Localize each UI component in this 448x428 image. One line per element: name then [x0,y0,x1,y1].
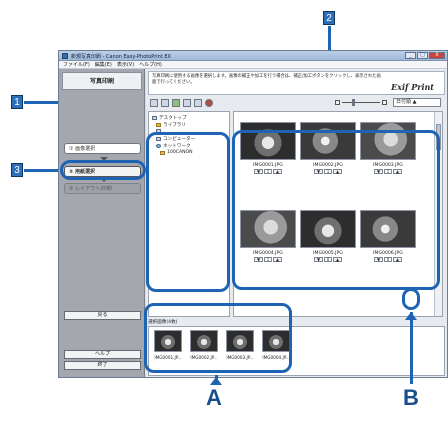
zoom-track[interactable] [342,99,380,106]
sort-dropdown[interactable]: 日付順 ▲ [393,98,441,107]
desktop-icon [152,116,157,120]
zoom-out-icon[interactable] [335,100,340,105]
minimize-button[interactable]: _ [405,52,416,59]
title-bar: 新規写真印刷 - Canon Easy-PhotoPrint EX _ □ X [59,51,447,61]
callout-frame-1 [146,132,230,292]
callout-badge-3: 3 [11,163,23,177]
library-icon [156,123,161,127]
callout-arrow-b [405,312,417,320]
callout-letter-a: A [206,385,222,410]
callout-arrow-a [210,377,222,385]
view-grid-icon[interactable] [161,99,169,107]
tree-item-library[interactable]: ライブラリ [156,122,186,128]
callout-line-b [410,312,413,384]
exif-print-logo: Exif Print [391,82,434,92]
step-image-select[interactable]: ① 画像選択 [64,143,141,154]
maximize-button[interactable]: □ [417,52,428,59]
correct-icon[interactable] [194,99,202,107]
tree-label: ライブラリ [163,123,186,128]
edit-icon[interactable] [172,99,180,107]
panel-title: 写真印刷 [62,72,142,90]
help-button[interactable]: ヘルプ [64,350,141,359]
menu-file[interactable]: ファイル(F) [63,61,90,68]
exit-button[interactable]: 終了 [64,361,141,370]
close-button[interactable]: X [429,52,445,59]
view-list-icon[interactable] [150,99,158,107]
zoom-slider[interactable] [335,99,387,106]
instruction-box: 写真印刷に使用する画像を選択します。画像の補正や加工を行う場合は、補正/加工ボタ… [148,71,445,95]
window-title: 新規写真印刷 - Canon Easy-PhotoPrint EX [71,54,171,60]
callout-frame-3 [60,160,146,180]
zoom-thumb[interactable] [352,99,355,106]
red-eye-icon[interactable] [205,99,213,107]
menu-help[interactable]: ヘルプ(H) [139,61,162,68]
rotate-icon[interactable] [183,99,191,107]
back-button[interactable]: 戻る [64,311,141,320]
menu-bar: ファイル(F) 編集(E) 表示(V) ヘルプ(H) [59,61,447,69]
window-controls: _ □ X [405,52,445,59]
menu-edit[interactable]: 編集(E) [95,61,112,68]
step-layout-print[interactable]: ③ レイアウト/印刷 [64,183,141,194]
zoom-in-icon[interactable] [382,100,387,105]
tree-label: デスクトップ [159,116,187,121]
callout-badge-2: 2 [323,11,335,25]
left-panel: 写真印刷 ① 画像選択 ② 用紙選択 ③ レイアウト/印刷 戻る ヘルプ 終了 [59,69,145,377]
callout-frame-2 [232,130,440,290]
callout-letter-b: B [403,385,419,410]
callout-badge-1: 1 [11,95,23,109]
tree-item-desktop[interactable]: デスクトップ [152,115,187,121]
instruction-text: 写真印刷に使用する画像を選択します。画像の補正や加工を行う場合は、補正/加工ボタ… [152,74,381,85]
callout-line-3 [24,169,62,172]
menu-view[interactable]: 表示(V) [117,61,134,68]
app-icon [62,53,68,59]
callout-frame-b [402,288,420,310]
callout-frame-a [144,303,292,373]
